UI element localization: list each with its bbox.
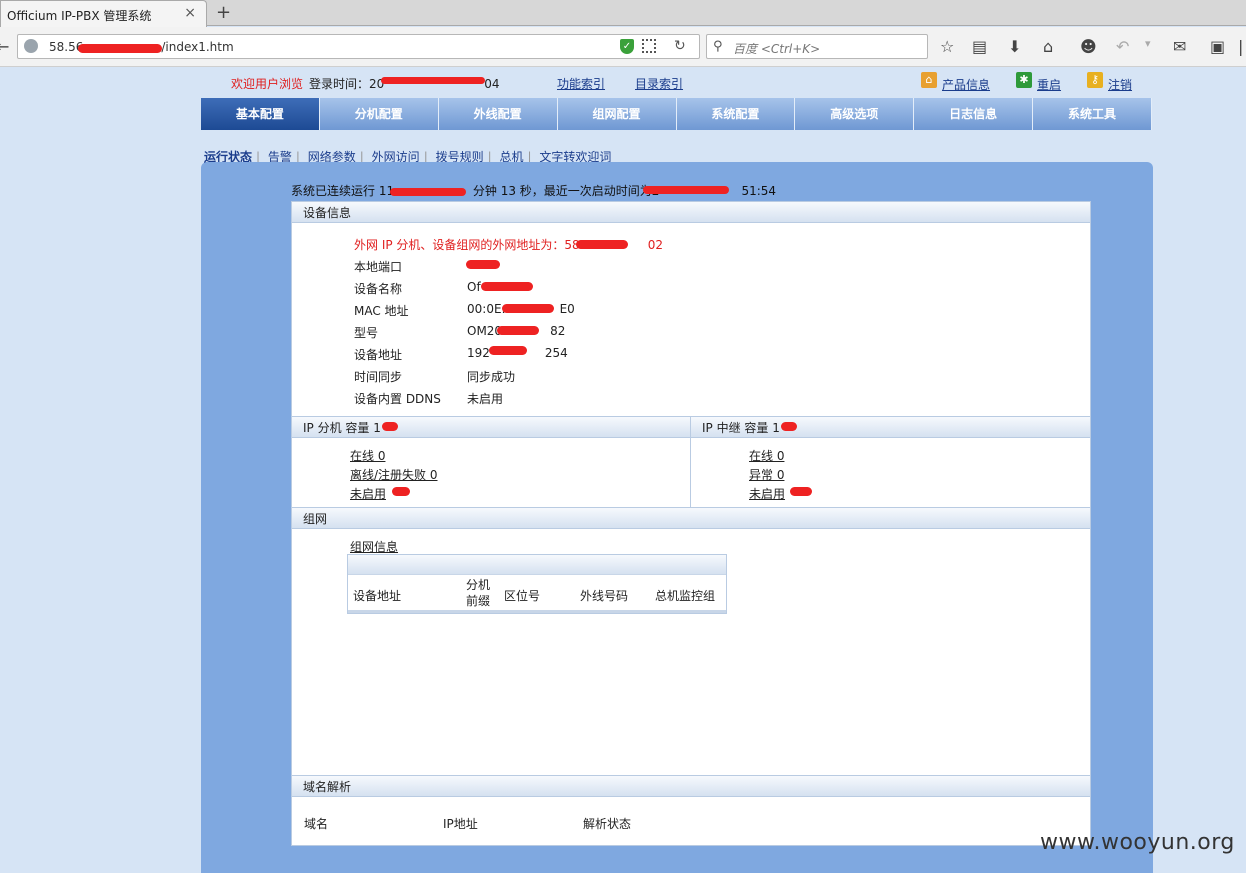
device-row-ddns: 设备内置 DDNS 未启用: [354, 392, 504, 406]
network-table: 设备地址 分机前缀 区位号 外线号码 总机监控组: [347, 554, 727, 614]
dns-col-status: 解析状态: [583, 817, 632, 831]
network-table-header-band: [348, 555, 726, 575]
dns-header: 域名解析: [292, 775, 1090, 797]
url-bar[interactable]: 58.56/index1.htm ✓ ↻: [17, 34, 700, 59]
reload-icon[interactable]: ↻: [674, 38, 686, 54]
ip-extension-header: IP 分机 容量 1: [292, 416, 690, 438]
menu-network-config[interactable]: 组网配置: [557, 98, 677, 130]
col-area-code: 区位号: [504, 589, 541, 603]
undo-icon[interactable]: ↶: [1116, 37, 1129, 56]
bookmark-star-icon[interactable]: ☆: [940, 37, 954, 56]
crop-icon[interactable]: ▣: [1210, 37, 1225, 56]
house-icon: ⌂: [921, 72, 937, 88]
menu-basic-config[interactable]: 基本配置: [201, 98, 320, 130]
trunk-abnormal-link[interactable]: 异常 0: [749, 466, 784, 483]
trunk-online-link[interactable]: 在线 0: [749, 447, 784, 464]
redaction-mark: [489, 346, 527, 355]
qr-code-icon[interactable]: [642, 39, 656, 53]
watermark: www.wooyun.org: [1040, 830, 1235, 855]
menu-extension-config[interactable]: 分机配置: [319, 98, 439, 130]
function-index-link[interactable]: 功能索引: [557, 75, 605, 92]
redaction-mark: [576, 240, 628, 249]
home-icon[interactable]: ⌂: [1043, 37, 1053, 56]
search-placeholder: 百度 <Ctrl+K>: [733, 42, 821, 56]
search-input[interactable]: ⚲ 百度 <Ctrl+K>: [706, 34, 928, 59]
back-icon[interactable]: ←: [0, 37, 9, 56]
key-icon: ⚷: [1087, 72, 1103, 88]
redaction-mark: [790, 487, 812, 496]
network-table-footer: [348, 610, 726, 613]
chat-icon[interactable]: ✉: [1173, 37, 1186, 56]
dns-col-domain: 域名: [304, 817, 329, 831]
directory-index-link[interactable]: 目录索引: [635, 75, 683, 92]
redaction-mark: [497, 326, 539, 335]
ip-trunk-header: IP 中继 容量 1: [691, 416, 1090, 438]
redaction-mark: [381, 77, 485, 84]
col-monitor-group: 总机监控组: [655, 589, 716, 603]
device-row-model: 型号 OM20 82: [354, 324, 566, 340]
browser-nav-bar: ← 58.56/index1.htm ✓ ↻ ⚲ 百度 <Ctrl+K>: [0, 27, 1246, 67]
menu-system-tools[interactable]: 系统工具: [1033, 98, 1152, 130]
dns-col-ip: IP地址: [443, 817, 478, 831]
welcome-text: 欢迎用户浏览: [231, 77, 304, 91]
reading-list-icon[interactable]: ▤: [972, 37, 987, 56]
redaction-mark: [78, 44, 162, 53]
menu-trunk-config[interactable]: 外线配置: [438, 98, 558, 130]
globe-icon: [24, 39, 38, 53]
col-device-address: 设备地址: [353, 589, 402, 603]
logout-link[interactable]: 注销: [1108, 76, 1132, 93]
device-row-name: 设备名称 Of: [354, 280, 481, 296]
ext-offline-link[interactable]: 离线/注册失败 0: [350, 466, 438, 483]
menu-advanced-options[interactable]: 高级选项: [795, 98, 915, 130]
column-divider: [690, 416, 691, 507]
device-row-time-sync: 时间同步 同步成功: [354, 370, 516, 384]
product-info-link[interactable]: 产品信息: [942, 76, 990, 93]
menu-log-info[interactable]: 日志信息: [914, 98, 1034, 130]
device-row-address: 设备地址 192 254: [354, 346, 568, 362]
chevron-down-icon[interactable]: ▾: [1145, 37, 1151, 50]
col-extension-prefix: 分机前缀: [466, 578, 491, 608]
redaction-mark: [643, 186, 729, 194]
device-info-header: 设备信息: [292, 201, 1090, 223]
browser-tab-bar: Officium IP-PBX 管理系统 × +: [0, 0, 1246, 27]
network-header: 组网: [292, 507, 1090, 529]
new-tab-icon[interactable]: +: [216, 2, 231, 23]
redaction-mark: [781, 422, 797, 431]
main-menu: 基本配置 分机配置 外线配置 组网配置 系统配置 高级选项 日志信息 系统工具: [201, 98, 1152, 130]
redaction-mark: [382, 422, 398, 431]
menu-system-config[interactable]: 系统配置: [676, 98, 796, 130]
redaction-mark: [466, 260, 500, 269]
tab-close-icon[interactable]: ×: [184, 5, 196, 21]
browser-tab[interactable]: Officium IP-PBX 管理系统 ×: [0, 0, 207, 27]
download-icon[interactable]: ⬇: [1008, 37, 1021, 56]
device-row-mac: MAC 地址 00:0E: E0: [354, 302, 575, 318]
device-row-local-port: 本地端口: [354, 260, 403, 274]
restart-link[interactable]: 重启: [1037, 76, 1061, 93]
col-trunk-number: 外线号码: [580, 589, 629, 603]
redaction-mark: [481, 282, 533, 291]
network-info-link[interactable]: 组网信息: [350, 538, 398, 555]
tab-title: Officium IP-PBX 管理系统: [7, 9, 152, 23]
redaction-mark: [392, 487, 410, 496]
redaction-mark: [502, 304, 554, 313]
shield-icon[interactable]: ✓: [620, 39, 634, 54]
search-icon: ⚲: [713, 39, 723, 54]
overflow-icon[interactable]: |: [1238, 37, 1243, 56]
ext-online-link[interactable]: 在线 0: [350, 447, 385, 464]
restart-icon: ✱: [1016, 72, 1032, 88]
smiley-icon[interactable]: ☻: [1080, 37, 1097, 56]
redaction-mark: [390, 188, 466, 196]
